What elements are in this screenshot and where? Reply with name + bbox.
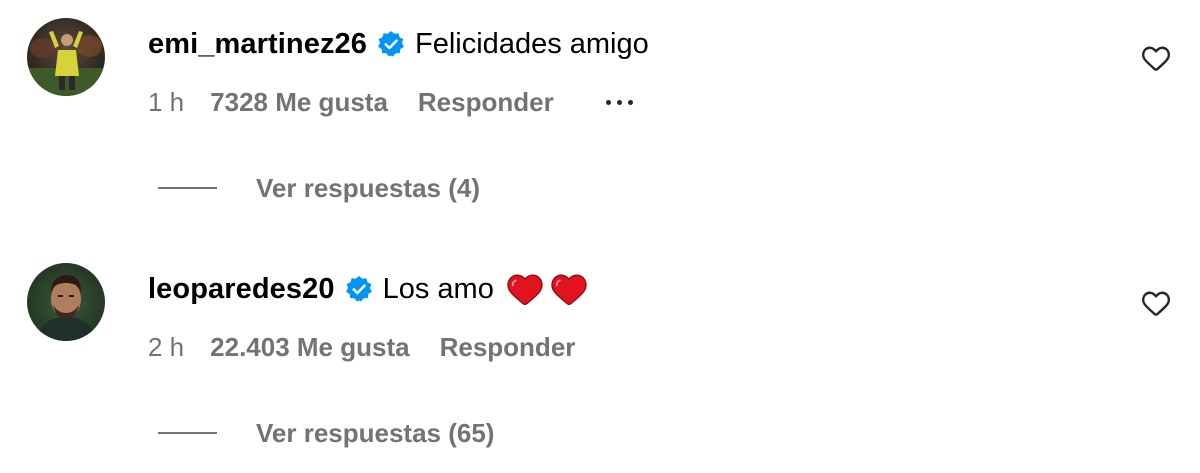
likes-count[interactable]: 7328 Me gusta xyxy=(210,87,388,118)
heart-outline-icon[interactable] xyxy=(1141,44,1171,72)
more-options-icon[interactable] xyxy=(605,92,633,112)
comment-meta: 2 h 22.403 Me gusta Responder xyxy=(148,329,575,365)
view-replies-button[interactable]: Ver respuestas (65) xyxy=(158,415,494,451)
red-heart-icon xyxy=(507,274,543,306)
comment-line: leoparedes20 Los amo xyxy=(148,267,588,311)
avatar[interactable] xyxy=(27,263,105,341)
comment-meta: 1 h 7328 Me gusta Responder xyxy=(148,84,633,120)
red-heart-icon xyxy=(551,274,587,306)
verified-badge-icon xyxy=(377,30,405,58)
avatar[interactable] xyxy=(27,18,105,96)
view-replies-button[interactable]: Ver respuestas (4) xyxy=(158,170,480,206)
view-replies-label: Ver respuestas (4) xyxy=(256,172,481,203)
comment-line: emi_martinez26 Felicidades amigo xyxy=(148,22,649,66)
red-heart-emoji xyxy=(506,272,588,306)
timestamp[interactable]: 2 h xyxy=(148,332,184,363)
likes-count[interactable]: 22.403 Me gusta xyxy=(210,332,409,363)
heart-outline-icon[interactable] xyxy=(1141,289,1171,317)
username[interactable]: emi_martinez26 xyxy=(148,28,367,61)
comment-text: Felicidades amigo xyxy=(415,27,649,60)
reply-button[interactable]: Responder xyxy=(440,332,576,363)
username[interactable]: leoparedes20 xyxy=(148,273,335,306)
view-replies-label: Ver respuestas (65) xyxy=(256,417,495,448)
replies-divider xyxy=(158,432,217,434)
verified-badge-icon xyxy=(345,275,373,303)
timestamp[interactable]: 1 h xyxy=(148,87,184,118)
comment-text: Los amo xyxy=(382,272,494,305)
replies-divider xyxy=(158,187,217,189)
reply-button[interactable]: Responder xyxy=(418,87,554,118)
